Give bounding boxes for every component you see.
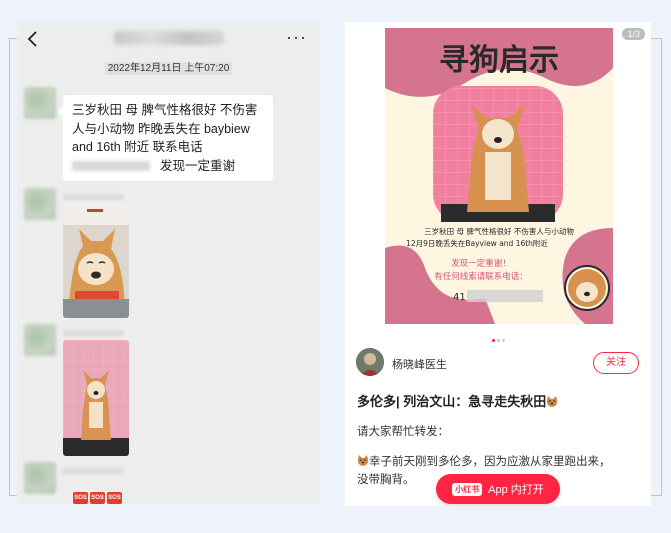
- chat-image-dog-standing[interactable]: [63, 340, 129, 456]
- message-line: 人与小动物 昨晚丢失在 baybiew: [72, 121, 250, 136]
- back-icon[interactable]: [26, 30, 40, 48]
- poster-reward2: 有任何线索请联系电话：: [434, 271, 528, 282]
- follow-button[interactable]: 关注: [593, 352, 639, 374]
- poster-title: 寻狗启示: [439, 43, 559, 78]
- chat-title-blurred: [114, 31, 224, 45]
- avatar[interactable]: [24, 462, 56, 494]
- author-name[interactable]: 杨晓峰医生: [392, 356, 447, 372]
- avatar[interactable]: [24, 324, 56, 356]
- poster-phone-blurred: [467, 290, 543, 302]
- message-line: and 16th 附近 联系电话: [72, 140, 203, 154]
- sender-name-blurred: [63, 330, 123, 336]
- lost-dog-poster-image[interactable]: 寻狗启示 三岁秋田 母 脾气性格很好 不伤害人与小动物 12月9日晚丢失在Bay…: [385, 28, 613, 324]
- image-counter: 1/3: [622, 28, 645, 40]
- sos-icon: SOS: [90, 492, 105, 504]
- post-body-line: 没带胸背。: [357, 474, 415, 486]
- post-body-line: 幸子前天刚到多伦多，因为应激从家里跑出来，: [357, 453, 611, 471]
- chat-header: ···: [17, 22, 320, 56]
- sender-name-blurred: [63, 468, 123, 474]
- open-in-app-label: App 内打开: [488, 484, 544, 496]
- post-body-line: 请大家帮忙转发：: [357, 426, 449, 438]
- xiaohongshu-logo: 小红书: [452, 482, 483, 496]
- dog-face-icon: [547, 396, 558, 407]
- sos-icon: SOS: [73, 492, 88, 504]
- poster-line2: 12月9日晚丢失在Bayview and 16th附近: [406, 238, 548, 248]
- more-icon[interactable]: ···: [286, 28, 307, 46]
- chat-message-bubble: 三岁秋田 母 脾气性格很好 不伤害 人与小动物 昨晚丢失在 baybiew an…: [58, 95, 273, 181]
- open-in-app-button[interactable]: 小红书 App 内打开: [436, 474, 560, 504]
- message-line: 发现一定重谢: [160, 158, 236, 173]
- message-line: 三岁秋田 母 脾气性格很好 不伤害: [72, 103, 258, 117]
- poster-line1: 三岁秋田 母 脾气性格很好 不伤害人与小动物: [424, 226, 574, 236]
- chat-timestamp: 2022年12月11日 上午07:20: [17, 59, 320, 75]
- dog-face-icon: [357, 455, 369, 466]
- chat-image-dog-closeup[interactable]: [63, 201, 129, 318]
- xiaohongshu-post: 1/3 寻狗启示 三岁秋田 母 脾气性格很好 不伤害人与小动物 12月9日晚丢失…: [345, 22, 651, 506]
- author-avatar[interactable]: [356, 348, 384, 376]
- post-title: 多伦多| 列治文山：急寻走失秋田: [357, 391, 558, 410]
- phone-number-blurred: [72, 161, 150, 172]
- poster-reward1: 发现一定重谢！: [451, 258, 511, 269]
- sos-emoji-row: SOS SOS SOS: [73, 492, 122, 504]
- carousel-dots[interactable]: [345, 329, 651, 347]
- chat-screenshot: ··· 2022年12月11日 上午07:20 三岁秋田 母 脾气性格很好 不伤…: [17, 22, 320, 504]
- sos-icon: SOS: [107, 492, 122, 504]
- avatar[interactable]: [24, 188, 56, 220]
- sender-name-blurred: [63, 194, 123, 200]
- poster-phone-prefix: 41: [453, 292, 466, 303]
- avatar[interactable]: [24, 87, 56, 119]
